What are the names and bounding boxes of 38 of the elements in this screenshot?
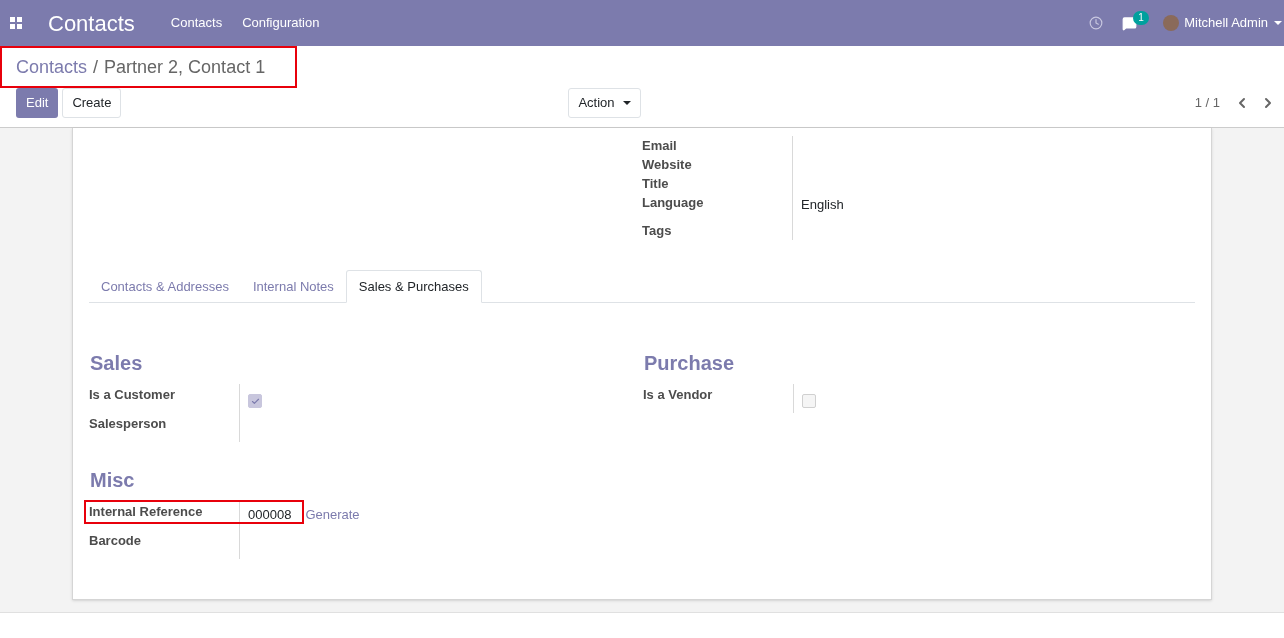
field-value: English [801,197,844,212]
field-label: Website [642,156,693,174]
menu-link[interactable]: Configuration [242,13,320,33]
breadcrumb-separator: / [93,55,99,79]
field-label: Email [642,137,678,155]
section-title: Misc [90,468,136,493]
field-label: Language [642,194,705,212]
message-count-badge: 1 [1133,10,1149,25]
tab[interactable]: Contacts & Addresses [89,270,241,303]
field-label: Title [642,175,670,193]
user-menu[interactable]: Mitchell Admin [1184,13,1268,33]
breadcrumb-link[interactable]: Contacts [16,53,88,81]
edit-button[interactable]: Edit [16,88,59,118]
field-value: 000008 [248,506,292,524]
caret-icon [622,101,631,105]
action-dropdown[interactable]: Action [568,88,641,118]
field-label: Is a Vendor [643,386,714,404]
field-label: Internal Reference [89,503,204,521]
checkbox[interactable] [802,394,816,408]
checkbox[interactable] [248,394,262,408]
generate-link[interactable]: Generate [305,505,360,525]
check-icon [250,396,260,406]
section-title: Sales [90,351,144,376]
tab[interactable]: Sales & Purchases [345,270,482,303]
tab[interactable]: Internal Notes [240,270,346,303]
create-button[interactable]: Create [62,88,122,118]
apps-grid-icon[interactable] [10,17,22,29]
menu-link[interactable]: Contacts [170,13,223,33]
clock-icon[interactable] [1089,16,1104,30]
field-label: Tags [642,222,673,240]
field-label: Is a Customer [89,386,176,404]
app-title[interactable]: Contacts [48,6,135,40]
field-label: Salesperson [89,415,168,433]
pager-value: 1 / 1 [1194,94,1220,113]
field-label: Barcode [89,532,143,550]
caret-icon [1274,21,1282,25]
breadcrumb-current: Partner 2, Contact 1 [104,55,266,79]
section-title: Purchase [644,351,736,376]
